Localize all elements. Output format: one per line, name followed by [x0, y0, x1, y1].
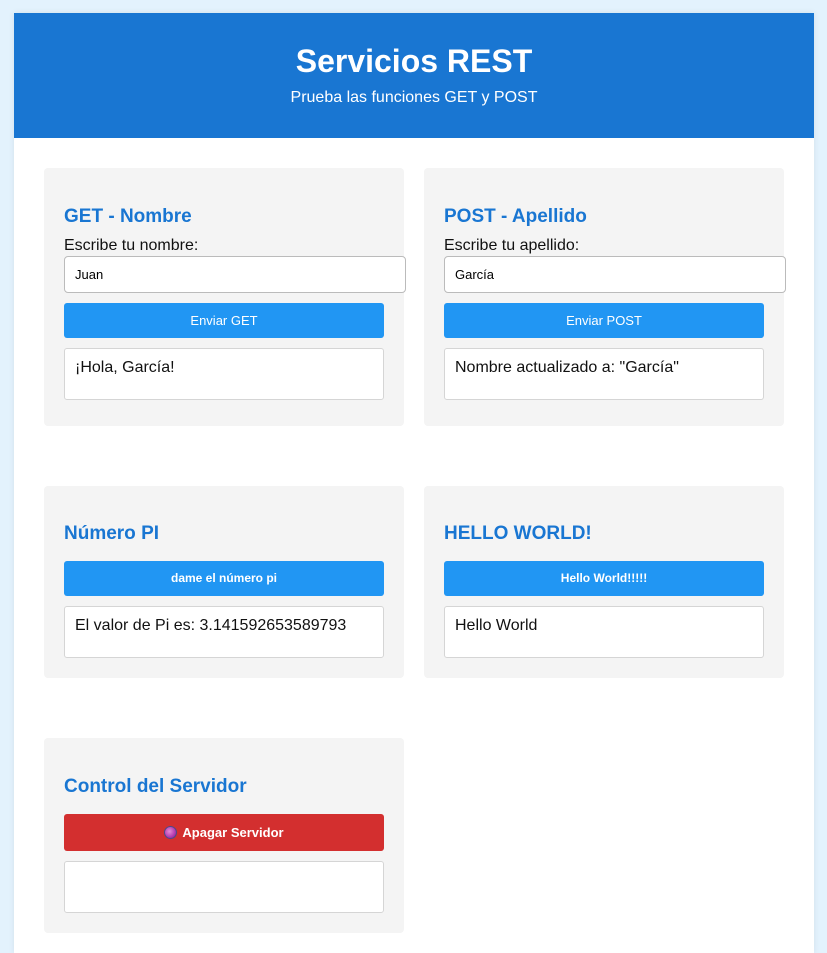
shutdown-server-button[interactable]: Apagar Servidor [64, 814, 384, 851]
shutdown-label: Apagar Servidor [182, 825, 284, 840]
get-pi-button[interactable]: dame el número pi [64, 561, 384, 596]
get-card: GET - Nombre Escribe tu nombre: Enviar G… [44, 168, 406, 426]
post-output: Nombre actualizado a: "García" [444, 348, 764, 400]
name-input[interactable] [64, 256, 406, 293]
server-card-title: Control del Servidor [64, 776, 247, 797]
page-title: Servicios REST [295, 43, 533, 79]
send-post-button[interactable]: Enviar POST [444, 303, 764, 338]
pi-card: Número PI dame el número pi El valor de … [44, 486, 404, 678]
server-card: Control del Servidor Apagar Servidor [44, 738, 404, 933]
pi-card-title: Número PI [64, 523, 160, 544]
name-label: Escribe tu nombre: [64, 237, 199, 254]
hello-card-title: HELLO WORLD! [444, 523, 592, 544]
hello-card: HELLO WORLD! Hello World!!!!! Hello Worl… [424, 486, 784, 678]
page-subtitle: Prueba las funciones GET y POST [290, 89, 538, 106]
hello-output: Hello World [444, 606, 764, 658]
post-card: POST - Apellido Escribe tu apellido: Env… [424, 168, 786, 426]
page-container: Servicios REST Prueba las funciones GET … [14, 13, 814, 953]
surname-input[interactable] [444, 256, 786, 293]
server-output [64, 861, 384, 913]
get-card-title: GET - Nombre [64, 206, 192, 227]
get-output: ¡Hola, García! [64, 348, 384, 400]
power-icon [164, 826, 178, 839]
surname-label: Escribe tu apellido: [444, 237, 580, 254]
header-banner: Servicios REST Prueba las funciones GET … [14, 13, 814, 138]
send-get-button[interactable]: Enviar GET [64, 303, 384, 338]
hello-world-button[interactable]: Hello World!!!!! [444, 561, 764, 596]
post-card-title: POST - Apellido [444, 206, 587, 227]
pi-output: El valor de Pi es: 3.141592653589793 [64, 606, 384, 658]
